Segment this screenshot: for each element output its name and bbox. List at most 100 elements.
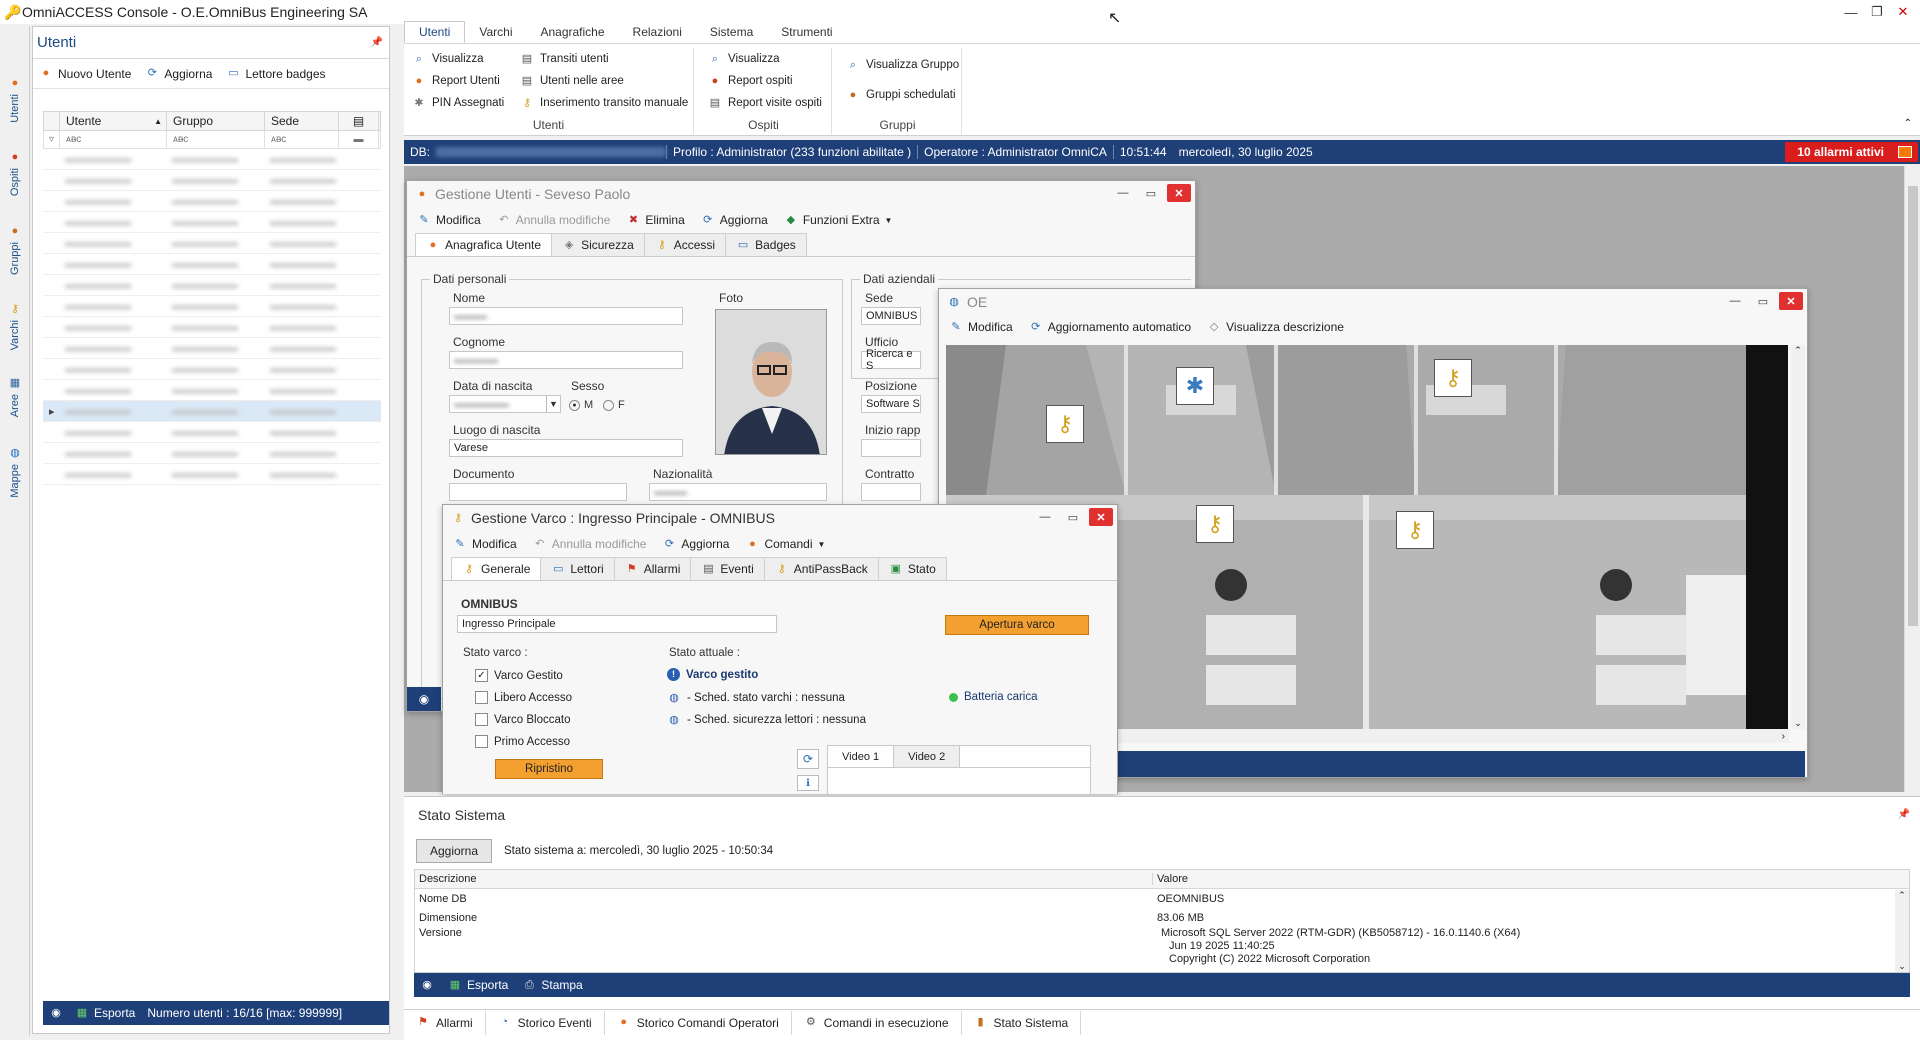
table-row[interactable]: ▬▬▬▬▬▬ ▬▬▬▬▬▬ ▬▬▬▬▬▬ (43, 149, 381, 170)
system-refresh-button[interactable]: Aggiorna (416, 839, 492, 863)
gate-cancel-button[interactable]: ↶ Annulla modifiche (533, 537, 646, 551)
close-button[interactable]: ✕ (1089, 508, 1113, 526)
site-field[interactable]: OMNIBUS (861, 307, 921, 325)
rail-item-utenti[interactable]: ● Utenti (4, 76, 26, 123)
help-icon[interactable]: ◉ (407, 687, 441, 711)
ribbon-user-transits[interactable]: ▤ Transiti utenti (520, 52, 609, 66)
ribbon-view-guests[interactable]: ⌕ Visualizza (708, 52, 780, 66)
column-header-group[interactable]: Gruppo (167, 112, 265, 130)
tab-video-1[interactable]: Video 1 (828, 746, 895, 767)
help-icon[interactable]: ◉ (49, 1006, 63, 1020)
export-users-button[interactable]: ▦ Esporta (75, 1006, 136, 1020)
table-row[interactable]: Nome DB OEOMNIBUS (415, 889, 1909, 908)
refresh-user-button[interactable]: ⟳ Aggiorna (701, 213, 768, 227)
tab-badges[interactable]: ▭ Badges (725, 233, 807, 256)
start-date-field[interactable] (861, 439, 921, 457)
bottom-tab-event-history[interactable]: ◔ Storico Eventi (486, 1010, 605, 1035)
ribbon-tab-sistema[interactable]: Sistema (696, 21, 767, 43)
help-icon[interactable]: ◉ (420, 978, 434, 992)
gate-commands-button[interactable]: ● Comandi ▼ (745, 537, 825, 551)
filter-user-cell[interactable]: ᴀᴃc (60, 131, 167, 148)
checkbox-first-access[interactable]: Primo Accesso (475, 735, 570, 748)
scroll-thumb[interactable] (1908, 186, 1918, 626)
ribbon-view-group[interactable]: ⌕ Visualizza Gruppo (846, 58, 959, 72)
cancel-changes-button[interactable]: ↶ Annulla modifiche (497, 213, 610, 227)
pin-icon[interactable]: 📌 (1898, 809, 1910, 820)
filter-clear-icon[interactable]: ▬ (339, 131, 379, 148)
restore-button[interactable]: Ripristino (495, 759, 603, 779)
gate-edit-button[interactable]: ✎ Modifica (453, 537, 516, 551)
gate-refresh-button[interactable]: ⟳ Aggiorna (662, 537, 730, 551)
tab-security[interactable]: ◈ Sicurezza (551, 233, 645, 256)
minimize-button[interactable]: — (1033, 508, 1057, 526)
info-icon[interactable]: ℹ (797, 775, 819, 791)
table-row[interactable]: ▬▬▬▬▬▬ ▬▬▬▬▬▬ ▬▬▬▬▬▬ (43, 296, 381, 317)
ribbon-tab-anagrafiche[interactable]: Anagrafiche (526, 21, 618, 43)
edit-user-button[interactable]: ✎ Modifica (417, 213, 480, 227)
name-field[interactable]: ▬▬▬ (449, 307, 683, 325)
door-key-marker-icon[interactable]: ⚷ (1046, 405, 1084, 443)
office-field[interactable]: Ricerca e S (861, 348, 921, 372)
surname-field[interactable]: ▬▬▬▬ (449, 351, 683, 369)
ribbon-user-report[interactable]: ● Report Utenti (412, 74, 500, 88)
ribbon-users-in-areas[interactable]: ▤ Utenti nelle aree (520, 74, 624, 88)
table-row[interactable]: ▬▬▬▬▬▬ ▬▬▬▬▬▬ ▬▬▬▬▬▬ (43, 380, 381, 401)
table-row[interactable]: ▬▬▬▬▬▬ ▬▬▬▬▬▬ ▬▬▬▬▬▬ (43, 212, 381, 233)
maximize-button[interactable]: ▭ (1751, 292, 1775, 310)
maximize-button[interactable]: ▭ (1061, 508, 1085, 526)
auto-refresh-button[interactable]: ⟳ Aggiornamento automatico (1029, 320, 1191, 334)
table-row[interactable]: ▬▬▬▬▬▬ ▬▬▬▬▬▬ ▬▬▬▬▬▬ (43, 422, 381, 443)
sex-m-radio[interactable]: ● M (569, 399, 593, 411)
document-field[interactable] (449, 483, 627, 501)
active-alarms-badge[interactable]: 10 allarmi attivi (1785, 142, 1918, 162)
birthdate-picker[interactable]: ▬▬▬▬▬ ▼ (449, 395, 561, 413)
new-user-button[interactable]: ● Nuovo Utente (39, 67, 132, 81)
table-row[interactable]: ▬▬▬▬▬▬ ▬▬▬▬▬▬ ▬▬▬▬▬▬ (43, 254, 381, 275)
table-row[interactable]: Dimensione 83.06 MB (415, 908, 1909, 927)
rail-item-mappe[interactable]: ◍ Mappe (4, 446, 26, 498)
column-chooser-icon[interactable]: ▤ (339, 112, 379, 130)
open-gate-button[interactable]: Apertura varco (945, 615, 1089, 635)
minimize-button[interactable]: — (1723, 292, 1747, 310)
checkbox-gate-blocked[interactable]: Varco Bloccato (475, 713, 571, 726)
nationality-field[interactable]: ▬▬▬ (649, 483, 827, 501)
table-row[interactable]: ▬▬▬▬▬▬ ▬▬▬▬▬▬ ▬▬▬▬▬▬ (43, 443, 381, 464)
sex-f-radio[interactable]: F (603, 399, 625, 411)
bottom-tab-alarms[interactable]: ⚑ Allarmi (404, 1010, 486, 1035)
ribbon-manual-transit[interactable]: ⚷ Inserimento transito manuale (520, 96, 688, 110)
tab-user-registry[interactable]: ● Anagrafica Utente (415, 233, 553, 256)
contract-field[interactable] (861, 483, 921, 501)
tab-antipassback[interactable]: ⚷ AntiPassBack (763, 557, 879, 580)
map-edit-button[interactable]: ✎ Modifica (949, 320, 1012, 334)
chevron-down-icon[interactable]: ▼ (546, 396, 560, 412)
table-row[interactable]: ▬▬▬▬▬▬ ▬▬▬▬▬▬ ▬▬▬▬▬▬ (43, 233, 381, 254)
tab-alarms[interactable]: ⚑ Allarmi (613, 557, 692, 580)
table-row[interactable]: ▬▬▬▬▬▬ ▬▬▬▬▬▬ ▬▬▬▬▬▬ (43, 359, 381, 380)
filter-group-cell[interactable]: ᴀᴃc (167, 131, 265, 148)
door-key-marker-icon[interactable]: ⚷ (1196, 505, 1234, 543)
bottom-tab-operator-commands[interactable]: ● Storico Comandi Operatori (605, 1010, 792, 1035)
tab-general[interactable]: ⚷ Generale (451, 557, 542, 580)
close-button[interactable]: ✕ (1779, 292, 1803, 310)
tab-video-2[interactable]: Video 2 (894, 746, 961, 767)
close-button[interactable]: ✕ (1167, 184, 1191, 202)
collapse-ribbon-icon[interactable]: ⌃ (1904, 118, 1912, 129)
minimize-button[interactable]: — (1838, 2, 1864, 22)
ribbon-scheduled-groups[interactable]: ● Gruppi schedulati (846, 88, 956, 102)
minimize-button[interactable]: — (1111, 184, 1135, 202)
door-key-marker-icon[interactable]: ⚷ (1434, 359, 1472, 397)
ribbon-tab-strumenti[interactable]: Strumenti (767, 21, 846, 43)
ribbon-tab-utenti[interactable]: Utenti (404, 21, 466, 43)
column-header-site[interactable]: Sede (265, 112, 339, 130)
ribbon-tab-varchi[interactable]: Varchi (465, 21, 526, 43)
rail-item-varchi[interactable]: ⚷ Varchi (4, 302, 26, 350)
bottom-tab-system-status[interactable]: ▮ Stato Sistema (961, 1010, 1082, 1035)
ribbon-tab-relazioni[interactable]: Relazioni (619, 21, 696, 43)
tab-events[interactable]: ▤ Eventi (690, 557, 765, 580)
ribbon-view-users[interactable]: ⌕ Visualizza (412, 52, 484, 66)
checkbox-managed-gate[interactable]: ✓ Varco Gestito (475, 669, 563, 682)
ribbon-guest-report[interactable]: ● Report ospiti (708, 74, 793, 88)
table-row[interactable]: ▬▬▬▬▬▬ ▬▬▬▬▬▬ ▬▬▬▬▬▬ (43, 317, 381, 338)
map-vertical-scrollbar[interactable]: ⌃ ⌄ (1791, 345, 1805, 729)
pin-icon[interactable]: 📌 (371, 37, 383, 48)
